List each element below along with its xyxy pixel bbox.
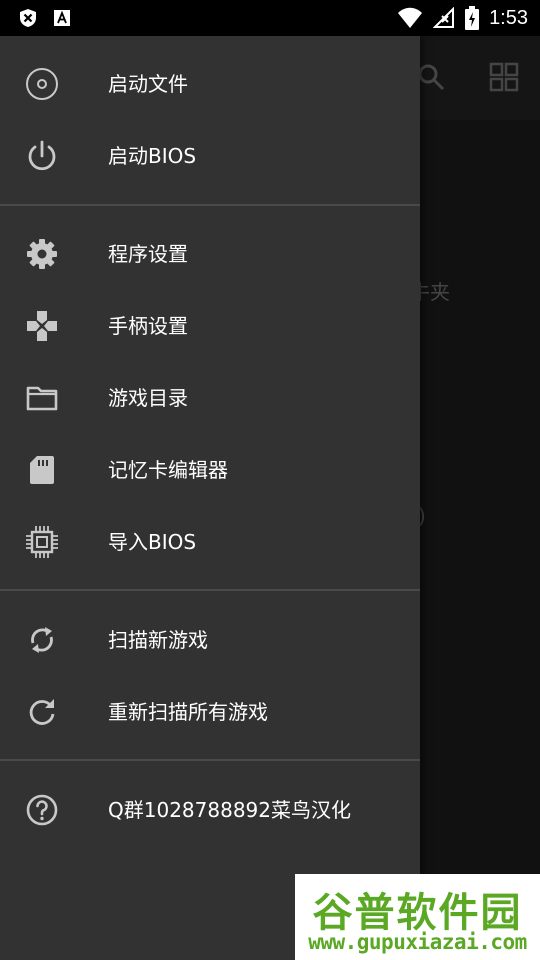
wifi-icon	[398, 7, 423, 28]
menu-item-app-settings[interactable]: 程序设置	[0, 218, 420, 290]
menu-item-label: 启动文件	[108, 72, 188, 96]
menu-item-label: 重新扫描所有游戏	[108, 700, 268, 724]
menu-item-boot-file[interactable]: 启动文件	[0, 48, 420, 120]
folder-icon	[26, 386, 58, 411]
menu-item-game-directory[interactable]: 游戏目录	[0, 362, 420, 434]
power-icon	[28, 140, 56, 171]
menu-item-label: 游戏目录	[108, 386, 188, 410]
gamepad-icon	[27, 311, 57, 341]
menu-item-label: 导入BIOS	[108, 530, 197, 554]
menu-item-boot-bios[interactable]: 启动BIOS	[0, 120, 420, 192]
menu-item-rescan-all-games[interactable]: 重新扫描所有游戏	[0, 676, 420, 748]
menu-item-scan-new-games[interactable]: 扫描新游戏	[0, 604, 420, 676]
status-bar: 1:53	[0, 0, 540, 36]
menu-item-label: 手柄设置	[108, 314, 188, 338]
menu-item-label: Q群1028788892菜鸟汉化	[108, 798, 351, 822]
watermark-url: www.gupuxiazai.com	[308, 930, 527, 954]
sd-card-icon	[30, 456, 54, 484]
a-box-icon	[54, 10, 70, 26]
divider	[0, 589, 420, 591]
menu-item-import-bios[interactable]: 导入BIOS	[0, 506, 420, 578]
navigation-drawer: 启动文件 启动BIOS 程序设置 手柄设置 游戏目录 记忆卡编辑器 导入BIOS…	[0, 36, 420, 960]
refresh-icon	[29, 699, 55, 725]
divider	[0, 759, 420, 761]
menu-item-label: 程序设置	[108, 242, 188, 266]
chip-icon	[26, 526, 58, 558]
signal-icon	[433, 7, 455, 28]
menu-item-controller-settings[interactable]: 手柄设置	[0, 290, 420, 362]
help-icon	[26, 794, 58, 826]
clock: 1:53	[489, 6, 528, 29]
watermark-logo: 谷普软件园 www.gupuxiazai.com	[295, 874, 540, 960]
menu-item-label: 启动BIOS	[108, 144, 197, 168]
divider	[0, 204, 420, 206]
menu-item-label: 记忆卡编辑器	[108, 458, 228, 482]
gear-icon	[27, 239, 57, 269]
menu-item-label: 扫描新游戏	[108, 628, 208, 652]
disc-icon	[26, 68, 58, 100]
x-shield-icon	[20, 9, 36, 27]
sync-icon	[31, 627, 53, 653]
menu-item-memory-card-editor[interactable]: 记忆卡编辑器	[0, 434, 420, 506]
menu-item-qq-group[interactable]: Q群1028788892菜鸟汉化	[0, 774, 420, 846]
battery-charging-icon	[465, 6, 480, 30]
